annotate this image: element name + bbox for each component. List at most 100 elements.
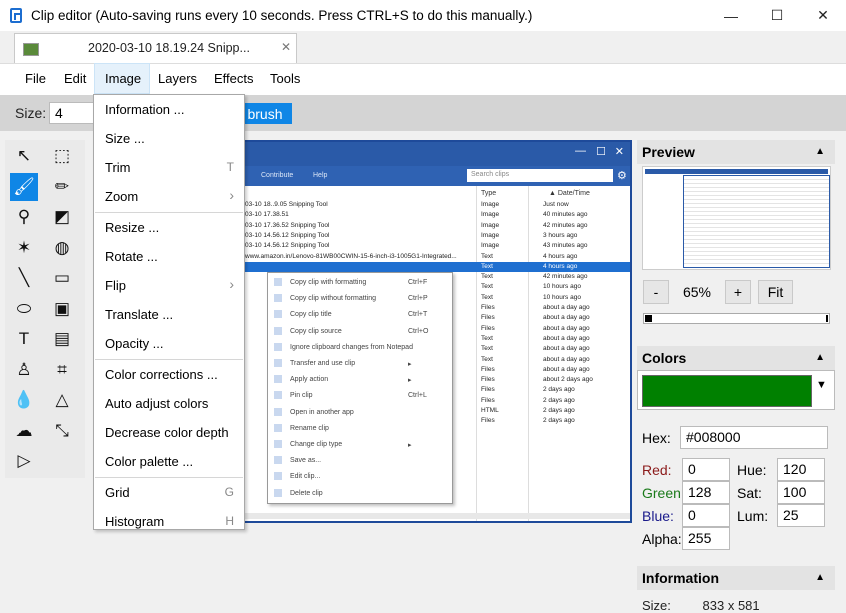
green-input[interactable]: 128 [682,481,730,504]
image-menu-item[interactable]: Trim T [94,154,244,182]
play-icon[interactable]: ▷ [10,447,38,475]
menu-layers[interactable]: Layers [158,71,197,86]
zoom-slider-handle[interactable] [645,315,652,322]
image-menu-item[interactable]: Auto adjust colors [94,390,244,418]
menu-file[interactable]: File [25,71,46,86]
embedded-menu-shortcut: Ctrl+T [408,311,428,319]
image-menu-item[interactable]: Color palette ... [94,448,244,476]
sponge-icon[interactable]: ☁ [10,417,38,445]
collapse-preview-icon[interactable]: ▲ [815,146,825,157]
embedded-menu-item: Ignore clipboard changes from Notepad [290,343,413,351]
embedded-nav-help: Help [313,172,328,179]
fit-button[interactable]: Fit [758,280,793,304]
image-menu-item[interactable]: Zoom › [94,183,244,211]
embedded-cell-type: Files [481,365,495,373]
marquee-select-icon[interactable]: ⬚ [48,142,76,170]
paint-brush-icon[interactable]: 🖌 [10,172,38,201]
colors-panel-header[interactable]: Colors ▲ [637,346,835,370]
collapse-colors-icon[interactable]: ▲ [815,352,825,363]
magic-wand-icon[interactable]: ✶ [10,234,38,262]
embedded-menu-icon [274,326,282,335]
tab-close-icon[interactable]: ✕ [281,40,291,54]
pointer-icon[interactable]: ↖ [10,142,38,170]
embedded-menu-item: Copy clip without formatting [290,295,376,303]
menu-tools[interactable]: Tools [270,71,300,86]
zoom-in-button[interactable]: + [725,280,751,304]
embedded-cell-name: 03-10 18..9.05 Snipping Tool [245,201,328,208]
image-menu-item[interactable]: Histogram H [94,508,244,536]
image-icon[interactable]: ▣ [48,295,76,323]
triangle-icon[interactable]: △ [48,386,76,414]
crop-icon[interactable]: ⌗ [48,356,76,384]
embedded-cell-date: 2 days ago [543,386,575,394]
embedded-menu-item: Copy clip title [290,311,332,319]
lum-input[interactable]: 25 [777,504,825,527]
green-label: Green [642,485,681,501]
menu-separator [95,477,243,478]
embedded-menu-shortcut: Ctrl+P [408,295,428,303]
embedded-search-box: Search clips [467,169,613,182]
information-panel-header[interactable]: Information ▲ [637,566,835,590]
close-icon[interactable]: ✕ [800,0,846,31]
blue-input[interactable]: 0 [682,504,730,527]
eraser-icon[interactable]: ◩ [48,203,76,231]
image-menu-shortcut: H [225,514,234,528]
image-menu-item[interactable]: Flip › [94,272,244,300]
menu-image[interactable]: Image [105,71,141,86]
fill-bucket-icon[interactable]: ◍ [48,234,76,262]
text-icon[interactable]: T [10,325,38,353]
image-menu-item-label: Resize ... [105,220,160,235]
image-menu-item[interactable]: Rotate ... [94,243,244,271]
preview-panel-header[interactable]: Preview ▲ [637,140,835,164]
embedded-menu-icon [274,310,282,319]
image-menu-item[interactable]: Decrease color depth [94,419,244,447]
sat-input[interactable]: 100 [777,481,825,504]
shrink-icon[interactable]: ⤡ [48,417,76,445]
size-input[interactable]: 4 [49,102,95,124]
zoom-out-button[interactable]: - [643,280,669,304]
gradient-icon[interactable]: ▤ [48,325,76,353]
minimize-icon[interactable]: — [708,0,754,31]
embedded-menu-shortcut: Ctrl+F [408,279,428,286]
menu-edit[interactable]: Edit [64,71,86,86]
embedded-minimize-icon: — [575,145,586,157]
hue-input[interactable]: 120 [777,458,825,481]
current-color-swatch[interactable] [642,375,812,407]
blur-drop-icon[interactable]: 💧 [10,386,38,414]
document-tab[interactable]: 2020-03-10 18.19.24 Snipp... ✕ [14,33,297,63]
color-dropdown-icon[interactable]: ▼ [816,379,827,391]
stamp-icon[interactable]: ♙ [10,356,38,384]
maximize-icon[interactable]: ☐ [754,0,800,31]
image-menu-item[interactable]: Color corrections ... [94,361,244,389]
menu-effects[interactable]: Effects [214,71,254,86]
image-menu-item-label: Flip [105,278,126,293]
collapse-information-icon[interactable]: ▲ [815,572,825,583]
embedded-cell-date: 43 minutes ago [543,242,588,250]
image-menu-item[interactable]: Size ... [94,125,244,153]
embedded-list-row: 03-10 18..9.05 Snipping Tool Image Just no… [243,200,630,210]
brush-button[interactable]: brush [238,103,292,124]
red-input[interactable]: 0 [682,458,730,481]
eyedropper-icon[interactable]: ⚲ [10,203,38,231]
preview-thumbnail [642,166,831,270]
image-menu-item[interactable]: Grid G [94,479,244,507]
rectangle-icon[interactable]: ▭ [48,264,76,292]
preview-title: Preview [642,144,695,160]
alpha-input[interactable]: 255 [682,527,730,550]
zoom-slider[interactable] [643,313,830,324]
colors-title: Colors [642,350,687,366]
hex-input[interactable]: #008000 [680,426,828,449]
embedded-cell-name: 03-10 17.36.52 Snipping Tool [245,221,330,229]
zoom-level: 65% [682,284,712,300]
image-menu-item[interactable]: Translate ... [94,301,244,329]
ellipse-icon[interactable]: ⬭ [10,295,38,323]
image-menu-item[interactable]: Information ... [94,96,244,124]
image-menu-item[interactable]: Resize ... [94,214,244,242]
embedded-menu-item: Delete clip [290,489,323,497]
image-menu-item[interactable]: Opacity ... [94,330,244,358]
line-icon[interactable]: ╲ [10,264,38,292]
pencil-icon[interactable]: ✏ [48,173,76,201]
color-swatch-box[interactable]: ▼ [637,370,835,410]
image-menu-item-label: Auto adjust colors [105,396,209,411]
embedded-col-date: ▲ Date/Time [549,190,590,197]
